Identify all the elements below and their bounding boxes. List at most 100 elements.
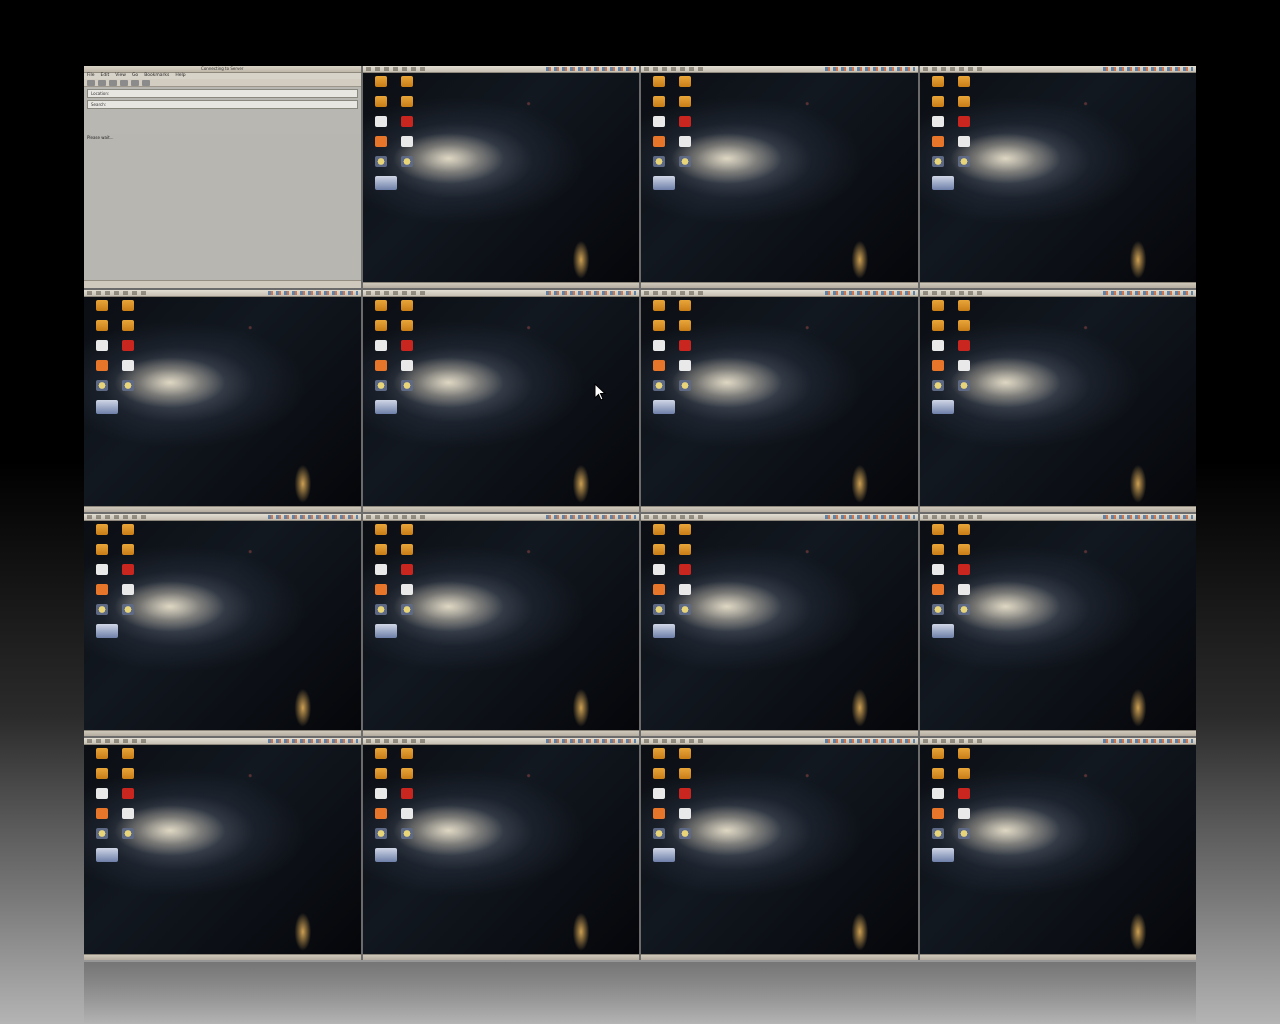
gear-desktop-icon[interactable] bbox=[957, 380, 970, 391]
folder-desktop-icon[interactable] bbox=[653, 748, 665, 759]
folder-desktop-icon[interactable] bbox=[96, 300, 108, 311]
menu-edit[interactable]: Edit bbox=[101, 73, 110, 78]
search-bar[interactable]: Search: bbox=[87, 100, 358, 109]
folder-desktop-icon[interactable] bbox=[653, 544, 665, 555]
screenshot-desktop-icon[interactable] bbox=[96, 624, 118, 638]
forward-icon[interactable] bbox=[98, 80, 106, 86]
menu-file[interactable]: File bbox=[87, 73, 95, 78]
up-icon[interactable] bbox=[109, 80, 117, 86]
red-desktop-icon[interactable] bbox=[679, 116, 691, 127]
folder-desktop-icon[interactable] bbox=[96, 544, 108, 555]
folder-desktop-icon[interactable] bbox=[374, 76, 387, 87]
workspace-9[interactable] bbox=[84, 514, 361, 736]
folder-desktop-icon[interactable] bbox=[400, 524, 413, 535]
red-desktop-icon[interactable] bbox=[679, 564, 691, 575]
workspace-12[interactable] bbox=[919, 514, 1196, 736]
folder-desktop-icon[interactable] bbox=[122, 524, 134, 535]
folder-desktop-icon[interactable] bbox=[679, 768, 691, 779]
folder-desktop-icon[interactable] bbox=[400, 748, 413, 759]
gear-desktop-icon[interactable] bbox=[653, 156, 665, 167]
folder-desktop-icon[interactable] bbox=[96, 768, 108, 779]
doc-desktop-icon[interactable] bbox=[931, 788, 944, 799]
gear-desktop-icon[interactable] bbox=[400, 380, 413, 391]
folder-desktop-icon[interactable] bbox=[679, 300, 691, 311]
gear-desktop-icon[interactable] bbox=[374, 156, 387, 167]
folder-desktop-icon[interactable] bbox=[931, 544, 944, 555]
gear-desktop-icon[interactable] bbox=[96, 604, 108, 615]
gear-desktop-icon[interactable] bbox=[957, 156, 970, 167]
folder-desktop-icon[interactable] bbox=[122, 300, 134, 311]
folder-desktop-icon[interactable] bbox=[374, 544, 387, 555]
doc-desktop-icon[interactable] bbox=[653, 788, 665, 799]
gear-desktop-icon[interactable] bbox=[957, 604, 970, 615]
orange-desktop-icon[interactable] bbox=[653, 584, 665, 595]
red-desktop-icon[interactable] bbox=[957, 340, 970, 351]
doc-desktop-icon[interactable] bbox=[957, 584, 970, 595]
gear-desktop-icon[interactable] bbox=[957, 828, 970, 839]
folder-desktop-icon[interactable] bbox=[931, 524, 944, 535]
workspace-5[interactable] bbox=[84, 290, 361, 512]
red-desktop-icon[interactable] bbox=[679, 788, 691, 799]
folder-desktop-icon[interactable] bbox=[122, 768, 134, 779]
gear-desktop-icon[interactable] bbox=[96, 380, 108, 391]
doc-desktop-icon[interactable] bbox=[653, 340, 665, 351]
gear-desktop-icon[interactable] bbox=[653, 828, 665, 839]
folder-desktop-icon[interactable] bbox=[400, 544, 413, 555]
folder-desktop-icon[interactable] bbox=[957, 524, 970, 535]
menu-bookmarks[interactable]: Bookmarks bbox=[144, 73, 169, 78]
doc-desktop-icon[interactable] bbox=[957, 360, 970, 371]
workspace-14[interactable] bbox=[362, 738, 639, 960]
folder-desktop-icon[interactable] bbox=[374, 748, 387, 759]
gear-desktop-icon[interactable] bbox=[122, 604, 134, 615]
folder-desktop-icon[interactable] bbox=[653, 96, 665, 107]
gear-desktop-icon[interactable] bbox=[653, 604, 665, 615]
back-icon[interactable] bbox=[87, 80, 95, 86]
red-desktop-icon[interactable] bbox=[957, 564, 970, 575]
orange-desktop-icon[interactable] bbox=[931, 136, 944, 147]
file-browser-window[interactable]: Connecting to Server File Edit View Go Bookm… bbox=[84, 66, 361, 288]
folder-desktop-icon[interactable] bbox=[653, 300, 665, 311]
orange-desktop-icon[interactable] bbox=[96, 584, 108, 595]
red-desktop-icon[interactable] bbox=[400, 116, 413, 127]
orange-desktop-icon[interactable] bbox=[653, 808, 665, 819]
gear-desktop-icon[interactable] bbox=[374, 604, 387, 615]
gear-desktop-icon[interactable] bbox=[931, 156, 944, 167]
folder-desktop-icon[interactable] bbox=[374, 300, 387, 311]
red-desktop-icon[interactable] bbox=[679, 340, 691, 351]
folder-desktop-icon[interactable] bbox=[653, 768, 665, 779]
workspace-16[interactable] bbox=[919, 738, 1196, 960]
orange-desktop-icon[interactable] bbox=[96, 808, 108, 819]
red-desktop-icon[interactable] bbox=[400, 788, 413, 799]
screenshot-desktop-icon[interactable] bbox=[653, 400, 675, 414]
folder-desktop-icon[interactable] bbox=[374, 96, 387, 107]
doc-desktop-icon[interactable] bbox=[931, 116, 944, 127]
workspace-15[interactable] bbox=[641, 738, 918, 960]
folder-desktop-icon[interactable] bbox=[374, 320, 387, 331]
doc-desktop-icon[interactable] bbox=[374, 340, 387, 351]
orange-desktop-icon[interactable] bbox=[96, 360, 108, 371]
doc-desktop-icon[interactable] bbox=[653, 116, 665, 127]
folder-desktop-icon[interactable] bbox=[400, 320, 413, 331]
folder-desktop-icon[interactable] bbox=[931, 768, 944, 779]
screenshot-desktop-icon[interactable] bbox=[374, 848, 397, 862]
gear-desktop-icon[interactable] bbox=[931, 380, 944, 391]
gear-desktop-icon[interactable] bbox=[122, 828, 134, 839]
doc-desktop-icon[interactable] bbox=[122, 360, 134, 371]
workspace-6[interactable] bbox=[362, 290, 639, 512]
orange-desktop-icon[interactable] bbox=[931, 808, 944, 819]
folder-desktop-icon[interactable] bbox=[96, 524, 108, 535]
gear-desktop-icon[interactable] bbox=[931, 604, 944, 615]
folder-desktop-icon[interactable] bbox=[931, 748, 944, 759]
red-desktop-icon[interactable] bbox=[957, 116, 970, 127]
folder-desktop-icon[interactable] bbox=[679, 524, 691, 535]
workspace-11[interactable] bbox=[641, 514, 918, 736]
gear-desktop-icon[interactable] bbox=[931, 828, 944, 839]
doc-desktop-icon[interactable] bbox=[122, 808, 134, 819]
screenshot-desktop-icon[interactable] bbox=[374, 624, 397, 638]
folder-desktop-icon[interactable] bbox=[400, 76, 413, 87]
gear-desktop-icon[interactable] bbox=[679, 828, 691, 839]
doc-desktop-icon[interactable] bbox=[931, 340, 944, 351]
location-bar[interactable]: Location: bbox=[87, 89, 358, 98]
doc-desktop-icon[interactable] bbox=[374, 788, 387, 799]
red-desktop-icon[interactable] bbox=[400, 564, 413, 575]
